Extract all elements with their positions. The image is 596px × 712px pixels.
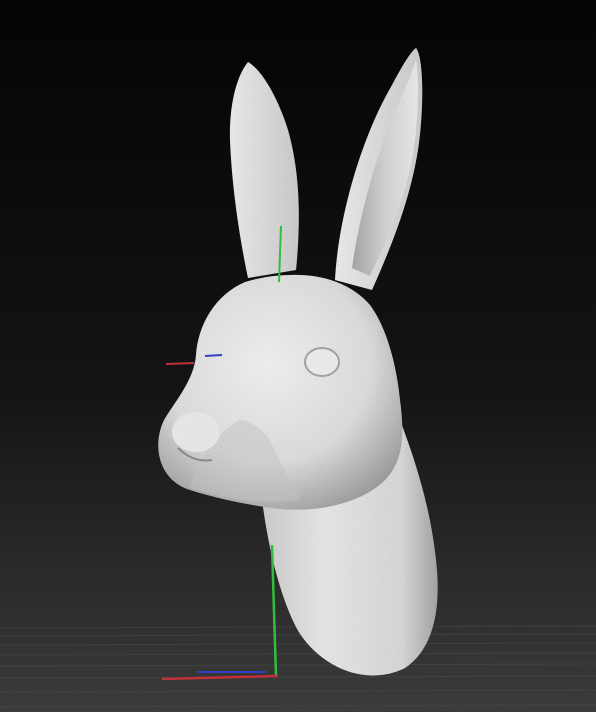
viewport-canvas[interactable] bbox=[0, 0, 596, 712]
rabbit-eye bbox=[304, 347, 340, 377]
3d-viewport[interactable] bbox=[0, 0, 596, 712]
rabbit-nose bbox=[172, 412, 220, 452]
x-axis-line-upper bbox=[165, 362, 195, 365]
z-axis-line-upper bbox=[204, 354, 223, 357]
